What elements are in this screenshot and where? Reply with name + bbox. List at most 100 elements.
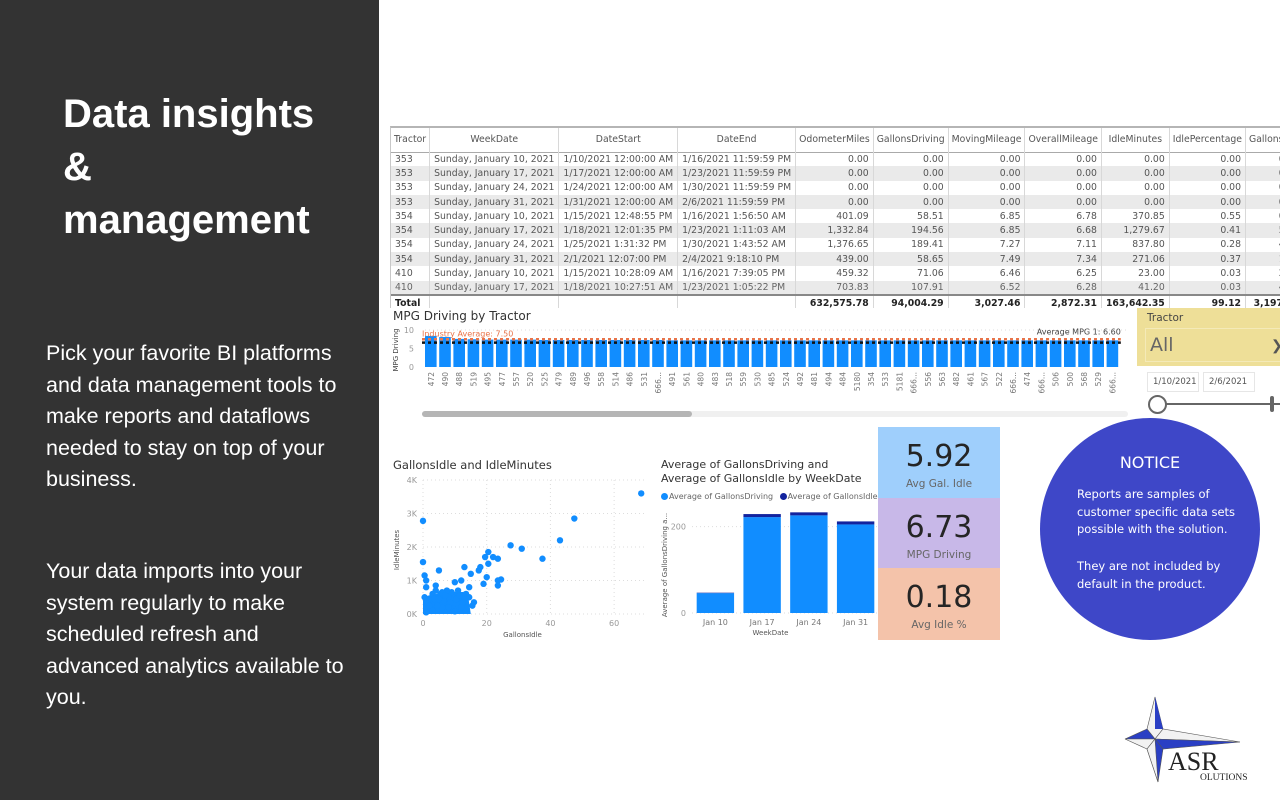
mpg-bar[interactable] [808,340,820,367]
column-header[interactable]: DateStart [558,128,679,152]
scatter-point[interactable] [483,573,490,581]
scatter-point[interactable] [451,578,459,586]
column-header[interactable]: GallonsIdle [1245,128,1280,152]
mpg-bar[interactable] [1064,340,1076,367]
table-row[interactable]: 353 Sunday, January 17, 2021 1/17/2021 12:… [391,166,1280,181]
scatter-point[interactable] [435,595,443,603]
table-row[interactable]: 353 Sunday, January 10, 2021 1/10/2021 12:… [391,152,1280,167]
scatter-point[interactable] [556,537,564,544]
scatter-point[interactable] [421,594,428,601]
scatter-point[interactable] [445,604,452,611]
date-range-slider[interactable] [1165,403,1280,405]
scatter-point[interactable] [571,515,578,522]
bar-gallons-driving[interactable] [790,515,828,613]
mpg-bar[interactable] [993,340,1005,367]
scatter-point[interactable] [469,602,476,609]
mpg-bar[interactable] [765,340,778,367]
mpg-bar[interactable] [851,340,863,367]
table-row[interactable]: 353 Sunday, January 31, 2021 1/31/2021 12:… [391,194,1280,210]
table-row[interactable]: 354 Sunday, January 10, 2021 1/15/2021 12:… [391,209,1280,224]
scatter-point[interactable] [422,609,430,616]
scatter-point[interactable] [489,553,497,561]
scatter-point[interactable] [458,577,465,584]
scatter-point[interactable] [458,604,465,611]
scrollbar-thumb[interactable] [422,411,692,417]
column-header[interactable]: DateEnd [677,128,797,152]
mpg-bar[interactable] [552,339,565,367]
scatter-point[interactable] [419,558,427,566]
mpg-bar[interactable] [794,340,806,367]
scatter-point[interactable] [465,584,473,591]
mpg-bar[interactable] [879,340,891,367]
mpg-bar[interactable] [709,340,721,367]
mpg-bar[interactable] [1035,340,1048,367]
mpg-bar[interactable] [680,340,693,367]
scatter-point[interactable] [432,587,439,594]
mpg-chart-scrollbar[interactable] [422,411,1128,417]
bar-gallons-idle[interactable] [790,512,828,516]
scatter-point[interactable] [419,517,427,525]
mpg-bar[interactable] [623,339,636,367]
scatter-point[interactable] [434,602,441,609]
mpg-bar[interactable] [1021,340,1033,367]
date-slider-end-handle[interactable] [1270,396,1274,412]
scatter-point[interactable] [485,560,492,567]
mpg-bar[interactable] [652,339,664,367]
bar-gallons-idle[interactable] [836,521,875,525]
mpg-bar[interactable] [836,340,849,367]
mpg-bar[interactable] [893,340,906,367]
table-row[interactable]: 354 Sunday, January 31, 2021 2/1/2021 12:0… [391,252,1280,267]
column-header[interactable]: MovingMileage [948,128,1026,152]
mpg-bar[interactable] [567,339,579,367]
date-end-input[interactable]: 2/6/2021 [1203,372,1255,392]
scatter-point[interactable] [467,570,474,577]
mpg-bar[interactable] [1078,340,1090,367]
scatter-point[interactable] [480,580,487,588]
column-header[interactable]: WeekDate [429,128,560,152]
mpg-bar[interactable] [723,340,735,367]
scatter-point[interactable] [539,555,546,562]
mpg-bar[interactable] [638,339,650,367]
mpg-bar[interactable] [425,335,437,367]
mpg-bar[interactable] [581,339,593,367]
date-slider-start-handle[interactable] [1148,395,1167,414]
column-header[interactable]: GallonsDriving [873,128,949,152]
column-header[interactable]: IdleMinutes [1101,128,1170,152]
column-header[interactable]: OdometerMiles [795,128,874,152]
column-header[interactable]: IdlePercentage [1169,128,1247,152]
scatter-point[interactable] [421,572,428,579]
mpg-bar[interactable] [737,340,749,367]
data-table[interactable]: Tractor WeekDate DateStart DateEnd OdometerM… [390,126,1280,308]
table-row[interactable]: 410 Sunday, January 17, 2021 1/18/2021 10:… [391,280,1280,295]
bar-gallons-idle[interactable] [743,514,781,518]
mpg-bar[interactable] [907,340,920,367]
mpg-bar[interactable] [922,340,934,367]
bar-gallons-driving[interactable] [696,593,735,613]
table-row[interactable]: 354 Sunday, January 24, 2021 1/25/2021 1:3… [391,237,1280,253]
scatter-point[interactable] [435,567,443,574]
mpg-bar[interactable] [751,340,764,367]
mpg-bar[interactable] [978,340,991,367]
mpg-bar[interactable] [1092,340,1104,367]
column-header[interactable]: Tractor [391,128,431,152]
scatter-point[interactable] [465,594,473,601]
table-row[interactable]: 353 Sunday, January 24, 2021 1/24/2021 12:… [391,180,1280,195]
scatter-point[interactable] [461,563,468,571]
table-row[interactable]: 354 Sunday, January 17, 2021 1/18/2021 12:… [391,223,1280,238]
scatter-point[interactable] [475,567,482,574]
bar-gallons-driving[interactable] [836,524,875,613]
mpg-bar[interactable] [666,340,678,367]
tractor-dropdown[interactable]: All ❯ [1145,328,1280,362]
mpg-bar[interactable] [1049,340,1062,367]
mpg-bar[interactable] [950,340,962,367]
mpg-bar[interactable] [865,340,877,367]
mpg-bar[interactable] [609,339,622,367]
column-header[interactable]: OverallMileage [1024,128,1102,152]
scatter-point[interactable] [518,545,525,552]
scatter-point[interactable] [494,577,502,584]
scatter-point[interactable] [442,592,449,599]
mpg-bar[interactable] [538,339,551,367]
scatter-point[interactable] [451,608,459,615]
scatter-point[interactable] [426,602,433,609]
mpg-bar[interactable] [936,340,948,367]
